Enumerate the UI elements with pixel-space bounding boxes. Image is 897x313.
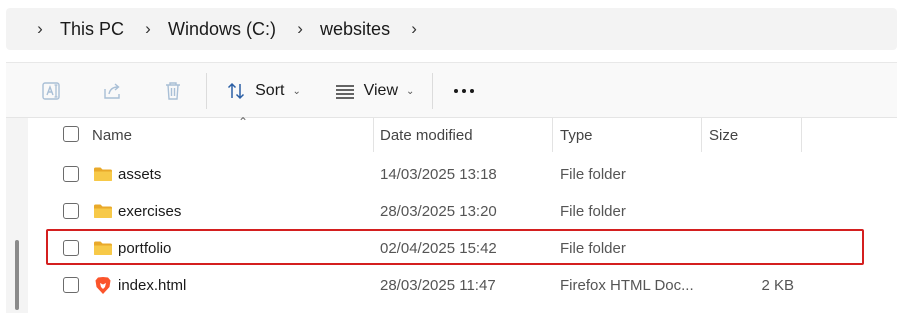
column-divider[interactable] bbox=[701, 118, 702, 152]
file-name: exercises bbox=[118, 203, 182, 220]
breadcrumb-item-websites[interactable]: websites bbox=[312, 19, 402, 40]
row-checkbox[interactable] bbox=[63, 277, 79, 293]
scrollbar-thumb[interactable] bbox=[15, 240, 19, 310]
file-type: Firefox HTML Doc... bbox=[560, 277, 694, 294]
list-item[interactable]: assets 14/03/2025 13:18 File folder bbox=[28, 156, 897, 193]
column-header-date-label: Date modified bbox=[380, 126, 473, 144]
brave-browser-icon bbox=[95, 277, 111, 294]
toolbar-divider bbox=[206, 73, 207, 109]
column-header-row: Name ⌃ Date modified Type Size bbox=[28, 115, 897, 152]
file-date-modified: 02/04/2025 15:42 bbox=[380, 240, 497, 257]
column-header-type-label: Type bbox=[560, 126, 593, 144]
column-divider[interactable] bbox=[373, 118, 374, 152]
sort-icon bbox=[228, 82, 245, 100]
file-date-modified: 28/03/2025 11:47 bbox=[380, 277, 496, 294]
select-all-checkbox[interactable] bbox=[63, 126, 79, 142]
chevron-right-icon[interactable]: › bbox=[402, 19, 426, 39]
toolbar-divider bbox=[432, 73, 433, 109]
list-item[interactable]: portfolio 02/04/2025 15:42 File folder bbox=[28, 230, 897, 267]
column-divider[interactable] bbox=[552, 118, 553, 152]
trash-icon bbox=[166, 82, 180, 100]
folder-icon bbox=[94, 167, 112, 181]
column-header-name-label: Name bbox=[92, 126, 133, 144]
column-header-size[interactable]: Size bbox=[709, 118, 799, 152]
view-icon bbox=[335, 85, 354, 99]
rename-button[interactable] bbox=[38, 63, 66, 119]
column-header-type[interactable]: Type bbox=[560, 118, 700, 152]
more-icon bbox=[454, 89, 474, 93]
file-type: File folder bbox=[560, 240, 626, 257]
delete-button[interactable] bbox=[159, 63, 187, 119]
column-divider[interactable] bbox=[801, 118, 802, 152]
chevron-right-icon[interactable]: › bbox=[136, 19, 160, 39]
file-name: assets bbox=[118, 166, 162, 183]
file-size: 2 KB bbox=[761, 277, 794, 294]
more-options-button[interactable] bbox=[450, 63, 478, 119]
folder-icon bbox=[94, 241, 112, 255]
view-button[interactable]: View ⌄ bbox=[330, 63, 418, 119]
chevron-right-icon[interactable]: › bbox=[288, 19, 312, 39]
row-checkbox[interactable] bbox=[63, 240, 79, 256]
file-type: File folder bbox=[560, 203, 626, 220]
command-bar: Sort ⌄ View ⌄ bbox=[6, 62, 897, 118]
column-header-name[interactable]: Name bbox=[92, 118, 372, 152]
file-list: Name ⌃ Date modified Type Size assets 14… bbox=[0, 115, 897, 313]
file-type: File folder bbox=[560, 166, 626, 183]
breadcrumb-item-this-pc[interactable]: This PC bbox=[52, 19, 136, 40]
breadcrumb-item-windows-c[interactable]: Windows (C:) bbox=[160, 19, 288, 40]
row-checkbox[interactable] bbox=[63, 166, 79, 182]
sort-ascending-icon: ⌃ bbox=[238, 115, 249, 129]
column-header-size-label: Size bbox=[709, 126, 739, 144]
list-item[interactable]: exercises 28/03/2025 13:20 File folder bbox=[28, 193, 897, 230]
breadcrumb: › This PC › Windows (C:) › websites › bbox=[6, 8, 897, 50]
sort-label: Sort bbox=[255, 82, 285, 99]
sort-button[interactable]: Sort ⌄ bbox=[220, 63, 306, 119]
list-item[interactable]: index.html 28/03/2025 11:47 Firefox HTML… bbox=[28, 267, 897, 304]
file-date-modified: 14/03/2025 13:18 bbox=[380, 166, 497, 183]
chevron-right-icon[interactable]: › bbox=[28, 19, 52, 39]
chevron-down-icon: ⌄ bbox=[406, 85, 415, 97]
rename-icon bbox=[42, 82, 60, 100]
folder-icon bbox=[94, 204, 112, 218]
file-name: index.html bbox=[118, 277, 187, 294]
chevron-down-icon: ⌄ bbox=[292, 85, 301, 97]
file-date-modified: 28/03/2025 13:20 bbox=[380, 203, 497, 220]
row-checkbox[interactable] bbox=[63, 203, 79, 219]
view-label: View bbox=[363, 82, 398, 99]
share-button[interactable] bbox=[99, 63, 127, 119]
column-header-date-modified[interactable]: Date modified bbox=[380, 118, 550, 152]
file-name: portfolio bbox=[118, 240, 172, 257]
share-icon bbox=[104, 83, 120, 99]
